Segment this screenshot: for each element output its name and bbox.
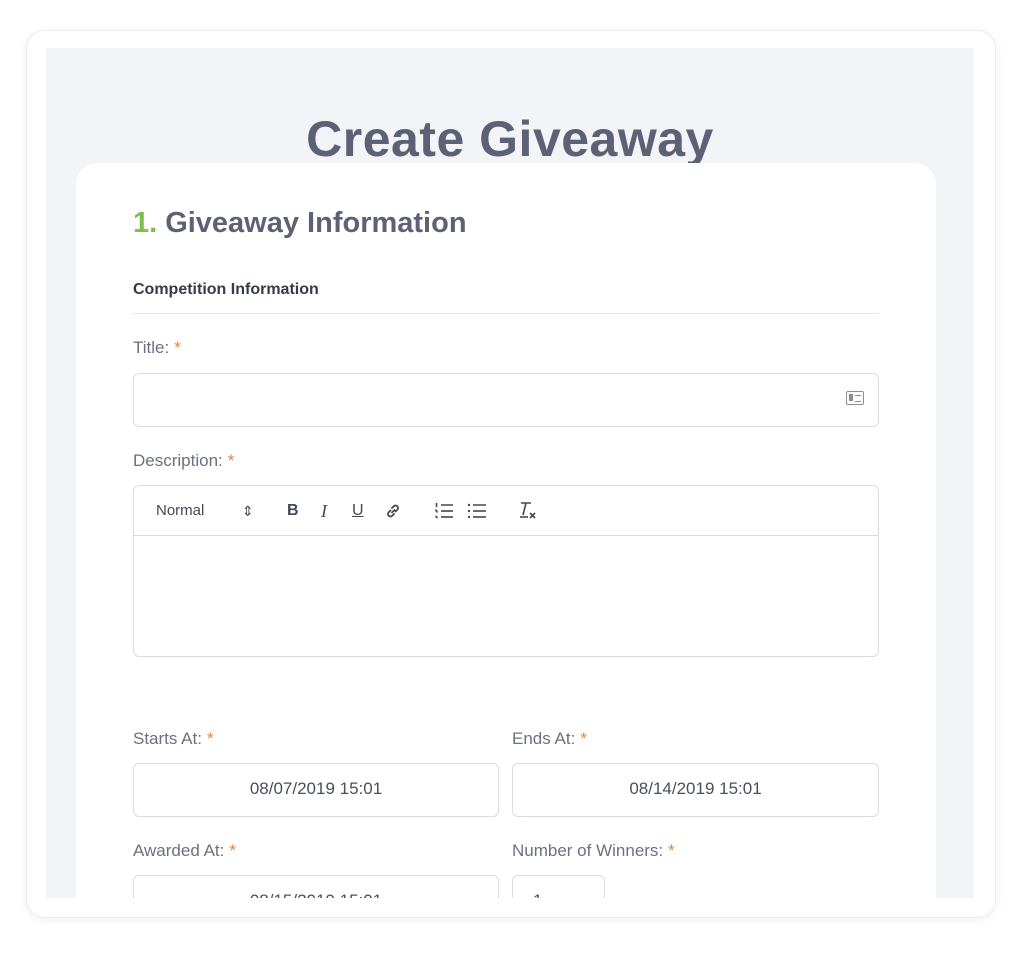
description-editor-body[interactable] (134, 536, 878, 656)
required-marker: * (668, 841, 675, 860)
required-marker: * (580, 729, 587, 748)
giveaway-form-card: 1. Giveaway Information Competition Infor… (76, 163, 936, 898)
section-title: Giveaway Information (165, 207, 467, 239)
winners-label-text: Number of Winners: (512, 841, 664, 860)
required-marker: * (206, 729, 214, 748)
starts-at-label-text: Starts At: (133, 729, 202, 748)
format-select[interactable]: Normal (156, 486, 204, 536)
editor-toolbar: Normal ⇕ B I U (134, 486, 878, 536)
select-arrows-icon[interactable]: ⇕ (242, 486, 254, 536)
page-title: Create Giveaway (306, 111, 714, 167)
divider (133, 313, 879, 314)
title-label-text: Title: (133, 338, 170, 357)
description-label-text: Description: (133, 451, 223, 470)
starts-at-input[interactable]: 08/07/2019 15:01 (133, 763, 499, 817)
required-marker: * (174, 338, 181, 357)
description-label: Description: * (133, 451, 234, 471)
number-of-winners-input[interactable]: 1 (512, 875, 605, 898)
bullet-list-icon[interactable] (467, 502, 487, 520)
description-editor: Normal ⇕ B I U (133, 485, 879, 657)
italic-button[interactable]: I (321, 486, 327, 536)
awarded-at-label-text: Awarded At: (133, 841, 225, 860)
winners-label: Number of Winners: * (512, 841, 675, 861)
ordered-list-icon[interactable] (434, 502, 454, 520)
starts-at-label: Starts At: * (133, 729, 214, 749)
ends-at-label-text: Ends At: (512, 729, 576, 748)
clear-format-icon[interactable] (518, 501, 538, 521)
section-number: 1. (133, 207, 158, 239)
underline-button[interactable]: U (352, 486, 364, 536)
title-input[interactable] (133, 373, 879, 427)
bold-button[interactable]: B (287, 486, 299, 536)
awarded-at-input[interactable]: 08/15/2019 15:01 (133, 875, 499, 898)
awarded-at-label: Awarded At: * (133, 841, 236, 861)
required-marker: * (229, 841, 236, 860)
contact-card-icon[interactable] (846, 391, 864, 405)
section-heading: 1. Giveaway Information (133, 207, 467, 240)
required-marker: * (227, 451, 235, 470)
ends-at-label: Ends At: * (512, 729, 587, 749)
subsection-title: Competition Information (133, 281, 319, 298)
page-panel: Create Giveaway 1. Giveaway Information C… (46, 48, 974, 898)
ends-at-input[interactable]: 08/14/2019 15:01 (512, 763, 879, 817)
link-icon[interactable] (384, 502, 402, 520)
title-label: Title: * (133, 338, 181, 358)
